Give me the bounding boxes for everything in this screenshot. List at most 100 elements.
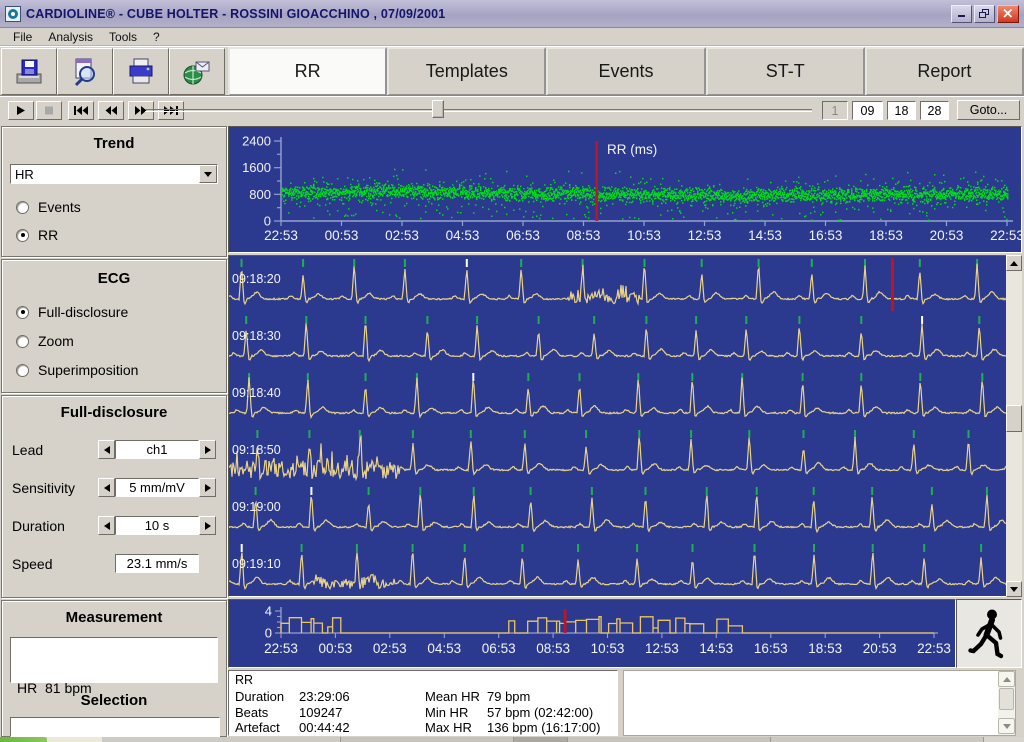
rewind-icon [102, 105, 120, 116]
scroll-down-icon[interactable] [998, 718, 1015, 734]
scroll-up-icon[interactable] [1006, 255, 1022, 271]
radio-icon[interactable] [16, 201, 29, 214]
menu-item-tools[interactable]: Tools [101, 29, 145, 45]
menu-item-[interactable]: ? [145, 29, 168, 45]
minimize-button[interactable] [951, 5, 972, 23]
trend-chart-label: RR (ms) [607, 142, 657, 157]
notes-panel[interactable] [623, 670, 1016, 736]
skip-start-button[interactable] [68, 101, 94, 120]
save-icon [13, 56, 45, 88]
scroll-up-icon[interactable] [998, 671, 1015, 687]
ecg-strip-timestamp: 09:19:10 [232, 557, 281, 571]
tab-events[interactable]: Events [546, 47, 705, 96]
radio-icon[interactable] [16, 229, 29, 242]
notes-scrollbar-thumb[interactable] [999, 688, 1014, 710]
time-field-2[interactable]: 18 [887, 101, 916, 120]
radio-fulldisclosure[interactable]: Full-disclosure [16, 304, 226, 320]
stat-value: 79 bpm [487, 689, 530, 705]
goto-button[interactable]: Goto... [957, 100, 1020, 120]
ecg-scrollbar[interactable] [1006, 255, 1022, 597]
menu-item-analysis[interactable]: Analysis [40, 29, 101, 45]
ecg-strip-timestamp: 09:18:40 [232, 386, 281, 400]
tab-rr[interactable]: RR [228, 47, 387, 96]
x-axis-tick: 10:53 [591, 641, 625, 656]
menu-bar: FileAnalysisTools? [0, 28, 1024, 46]
setting-row-duration: Duration10 s [12, 516, 218, 535]
taskbar-button[interactable] [567, 737, 770, 742]
y-axis-tick: 0 [264, 214, 271, 229]
time-field-1[interactable]: 09 [852, 101, 883, 120]
rr-trend-chart[interactable]: 24001600800022:5300:5302:5304:5306:5308:… [228, 126, 1022, 253]
send-button[interactable] [169, 48, 225, 95]
notes-scrollbar[interactable] [998, 671, 1015, 735]
menu-item-file[interactable]: File [5, 29, 40, 45]
measurement-section-title: Measurement [2, 609, 226, 626]
time-field-3[interactable]: 28 [920, 101, 949, 120]
stop-button [36, 101, 62, 120]
taskbar-button[interactable] [513, 737, 567, 742]
radio-events[interactable]: Events [16, 199, 226, 215]
radio-zoom[interactable]: Zoom [16, 333, 226, 349]
tab-templates[interactable]: Templates [387, 47, 546, 96]
ecg-strip-timestamp: 09:19:00 [232, 500, 281, 514]
quick-launch[interactable] [47, 737, 102, 742]
close-button[interactable] [997, 5, 1019, 23]
measurement-readout: HR 81 bpm * - RR: 728 ms [10, 637, 218, 683]
taskbar-button[interactable] [340, 737, 513, 742]
activity-cursor-line [564, 609, 567, 633]
chevron-down-icon[interactable] [199, 165, 217, 183]
ecg-trace [229, 437, 1007, 479]
radio-icon[interactable] [16, 364, 29, 377]
y-axis-tick: 1600 [242, 160, 271, 175]
stat-row: Duration23:29:06 [235, 689, 425, 705]
x-axis-tick: 18:53 [869, 228, 903, 243]
x-axis-tick: 22:53 [990, 228, 1021, 243]
ecg-scrollbar-thumb[interactable] [1006, 405, 1022, 432]
spin-right-icon[interactable] [199, 516, 216, 535]
tab-label: RR [295, 61, 321, 82]
activity-trend-chart[interactable]: 4022:5300:5302:5304:5306:5308:5310:5312:… [228, 599, 956, 668]
y-axis-tick: 800 [249, 187, 271, 202]
spin-left-icon[interactable] [98, 478, 115, 497]
tab-stt[interactable]: ST-T [706, 47, 865, 96]
restore-button[interactable] [974, 5, 995, 23]
play-button[interactable] [8, 101, 34, 120]
x-axis-tick: 06:53 [506, 228, 540, 243]
print-button[interactable] [113, 48, 169, 95]
spin-right-icon[interactable] [199, 478, 216, 497]
spin-left-icon[interactable] [98, 440, 115, 459]
taskbar-tray[interactable] [983, 737, 1024, 742]
navigation-row: 1091828 Goto... [0, 95, 1024, 124]
tab-label: Report [917, 61, 971, 82]
title-bar[interactable]: CARDIOLINE® - CUBE HOLTER - ROSSINI GIOA… [0, 0, 1024, 28]
slider-thumb[interactable] [432, 100, 444, 118]
rewind-button[interactable] [98, 101, 124, 120]
x-axis-tick: 06:53 [482, 641, 516, 656]
ecg-strips-panel[interactable]: 09:18:2009:18:3009:18:4009:18:5009:19:00… [228, 255, 1008, 597]
setting-value: ch1 [115, 440, 199, 459]
walking-person-icon [967, 608, 1011, 660]
save-button[interactable] [1, 48, 57, 95]
window-title: CARDIOLINE® - CUBE HOLTER - ROSSINI GIOA… [26, 7, 946, 21]
spin-right-icon[interactable] [199, 440, 216, 459]
taskbar-sliver[interactable] [0, 737, 1024, 742]
radio-rr[interactable]: RR [16, 227, 226, 243]
start-button[interactable] [0, 737, 47, 742]
tab-report[interactable]: Report [865, 47, 1024, 96]
spin-left-icon[interactable] [98, 516, 115, 535]
stat-row: Min HR57 bpm (02:42:00) [425, 705, 600, 721]
radio-superimposition[interactable]: Superimposition [16, 362, 226, 378]
preview-button[interactable] [57, 48, 113, 95]
close-icon [1003, 9, 1013, 18]
measurement-section: Measurement HR 81 bpm * - RR: 728 ms Sel… [1, 600, 227, 737]
radio-icon[interactable] [16, 335, 29, 348]
rr-summary-panel: RR Duration23:29:06Beats109247Artefact00… [228, 670, 618, 736]
selection-input[interactable] [10, 717, 220, 737]
position-slider[interactable] [145, 109, 812, 112]
taskbar-button[interactable] [770, 737, 983, 742]
radio-label: Zoom [38, 333, 74, 349]
scroll-down-icon[interactable] [1006, 581, 1022, 597]
radio-icon[interactable] [16, 306, 29, 319]
trend-dropdown[interactable]: HR [10, 164, 218, 184]
activity-step-series [281, 617, 934, 633]
